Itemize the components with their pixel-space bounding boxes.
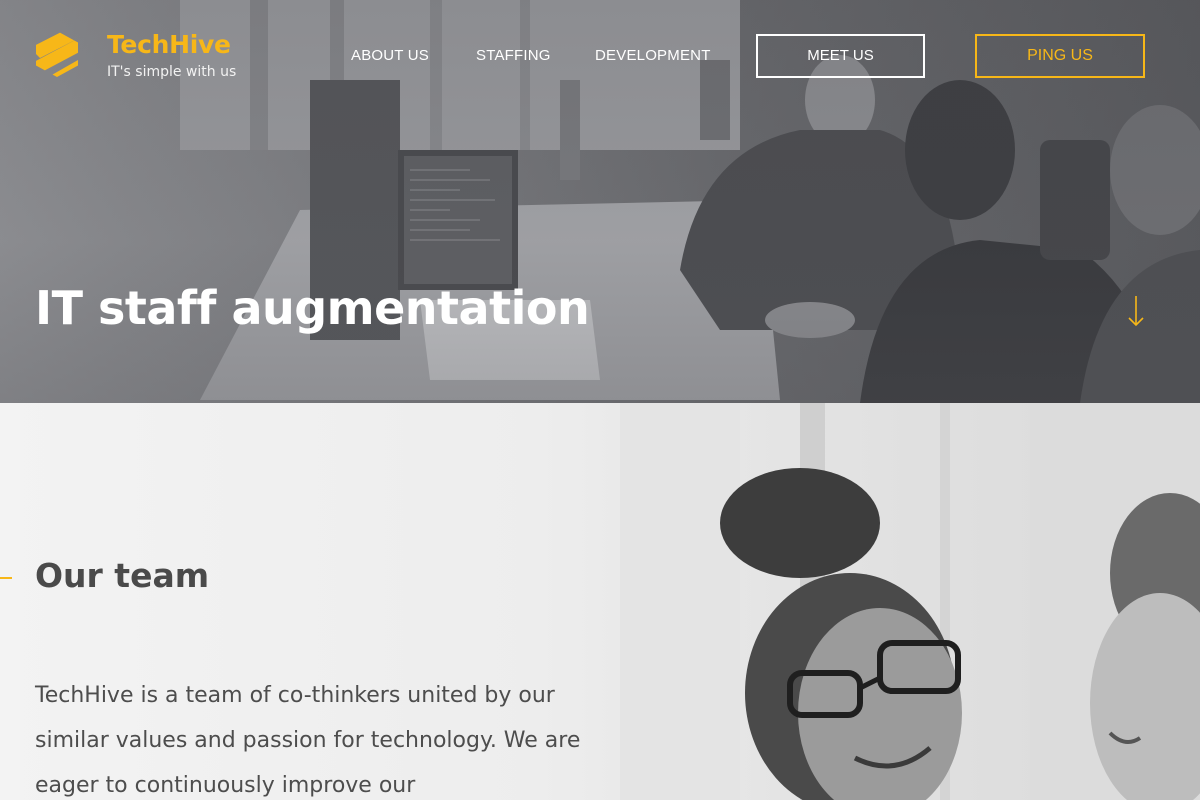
section-accent-dash	[0, 577, 12, 579]
section-title: Our team	[35, 556, 210, 595]
nav-development[interactable]: DEVELOPMENT	[595, 34, 711, 78]
main-navigation: ABOUT US STAFFING DEVELOPMENT MEET US PI…	[0, 34, 1200, 78]
nav-staffing[interactable]: STAFFING	[476, 34, 551, 78]
meet-us-button[interactable]: MEET US	[756, 34, 925, 78]
ping-us-button[interactable]: PING US	[975, 34, 1145, 78]
hero-title: IT staff augmentation	[35, 281, 590, 335]
arrow-down-icon[interactable]	[1126, 294, 1146, 328]
nav-about-us[interactable]: ABOUT US	[351, 34, 429, 78]
team-description: TechHive is a team of co-thinkers united…	[35, 683, 581, 798]
hero-section: TechHive IT's simple with us ABOUT US ST…	[0, 0, 1200, 403]
team-section: Our team TechHive is a team of co-thinke…	[0, 403, 1200, 800]
